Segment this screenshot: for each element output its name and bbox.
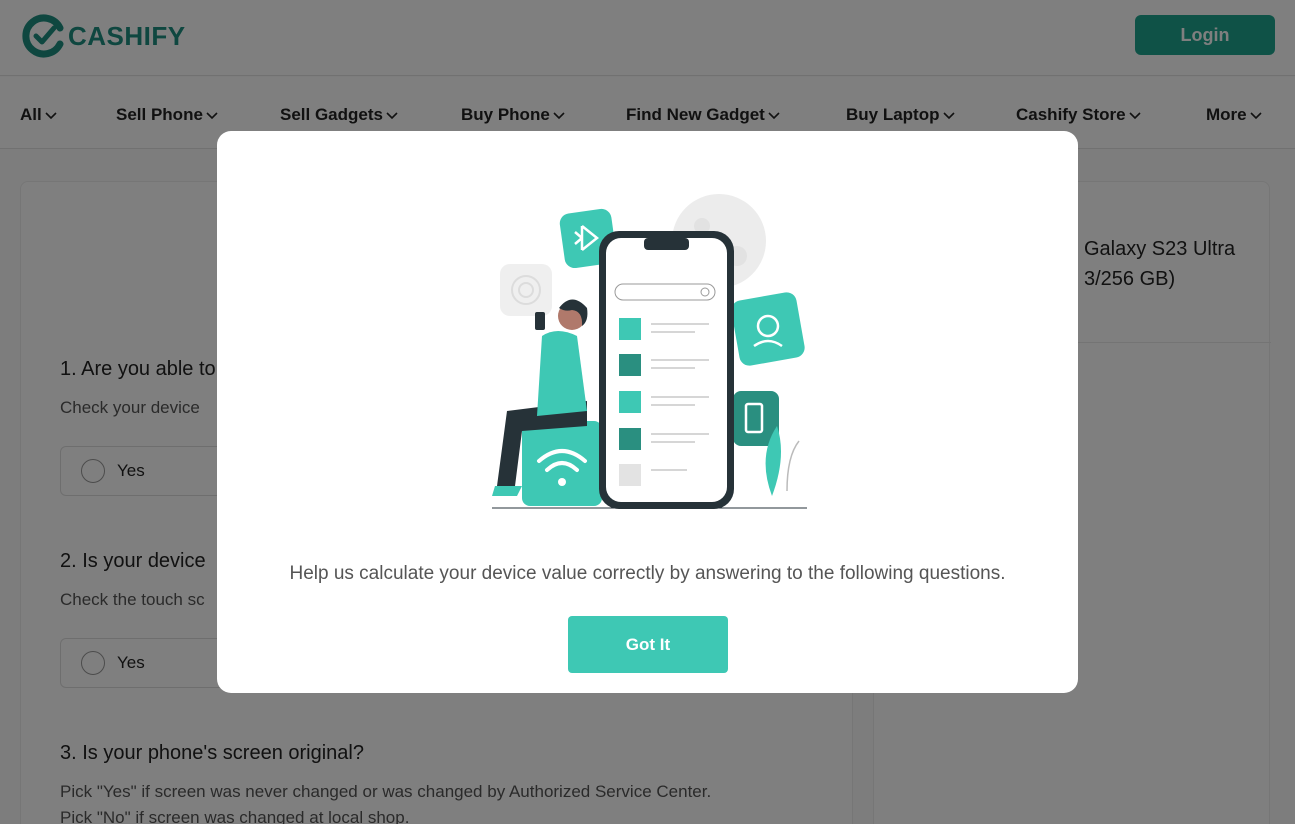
modal-message: Help us calculate your device value corr… [289,563,1006,584]
got-it-button[interactable]: Got It [568,616,728,673]
face-id-icon [731,292,805,366]
fingerprint-icon [500,264,552,316]
wifi-icon [522,421,602,506]
phone-illustration [492,194,807,509]
info-modal: Help us calculate your device value corr… [217,131,1078,693]
